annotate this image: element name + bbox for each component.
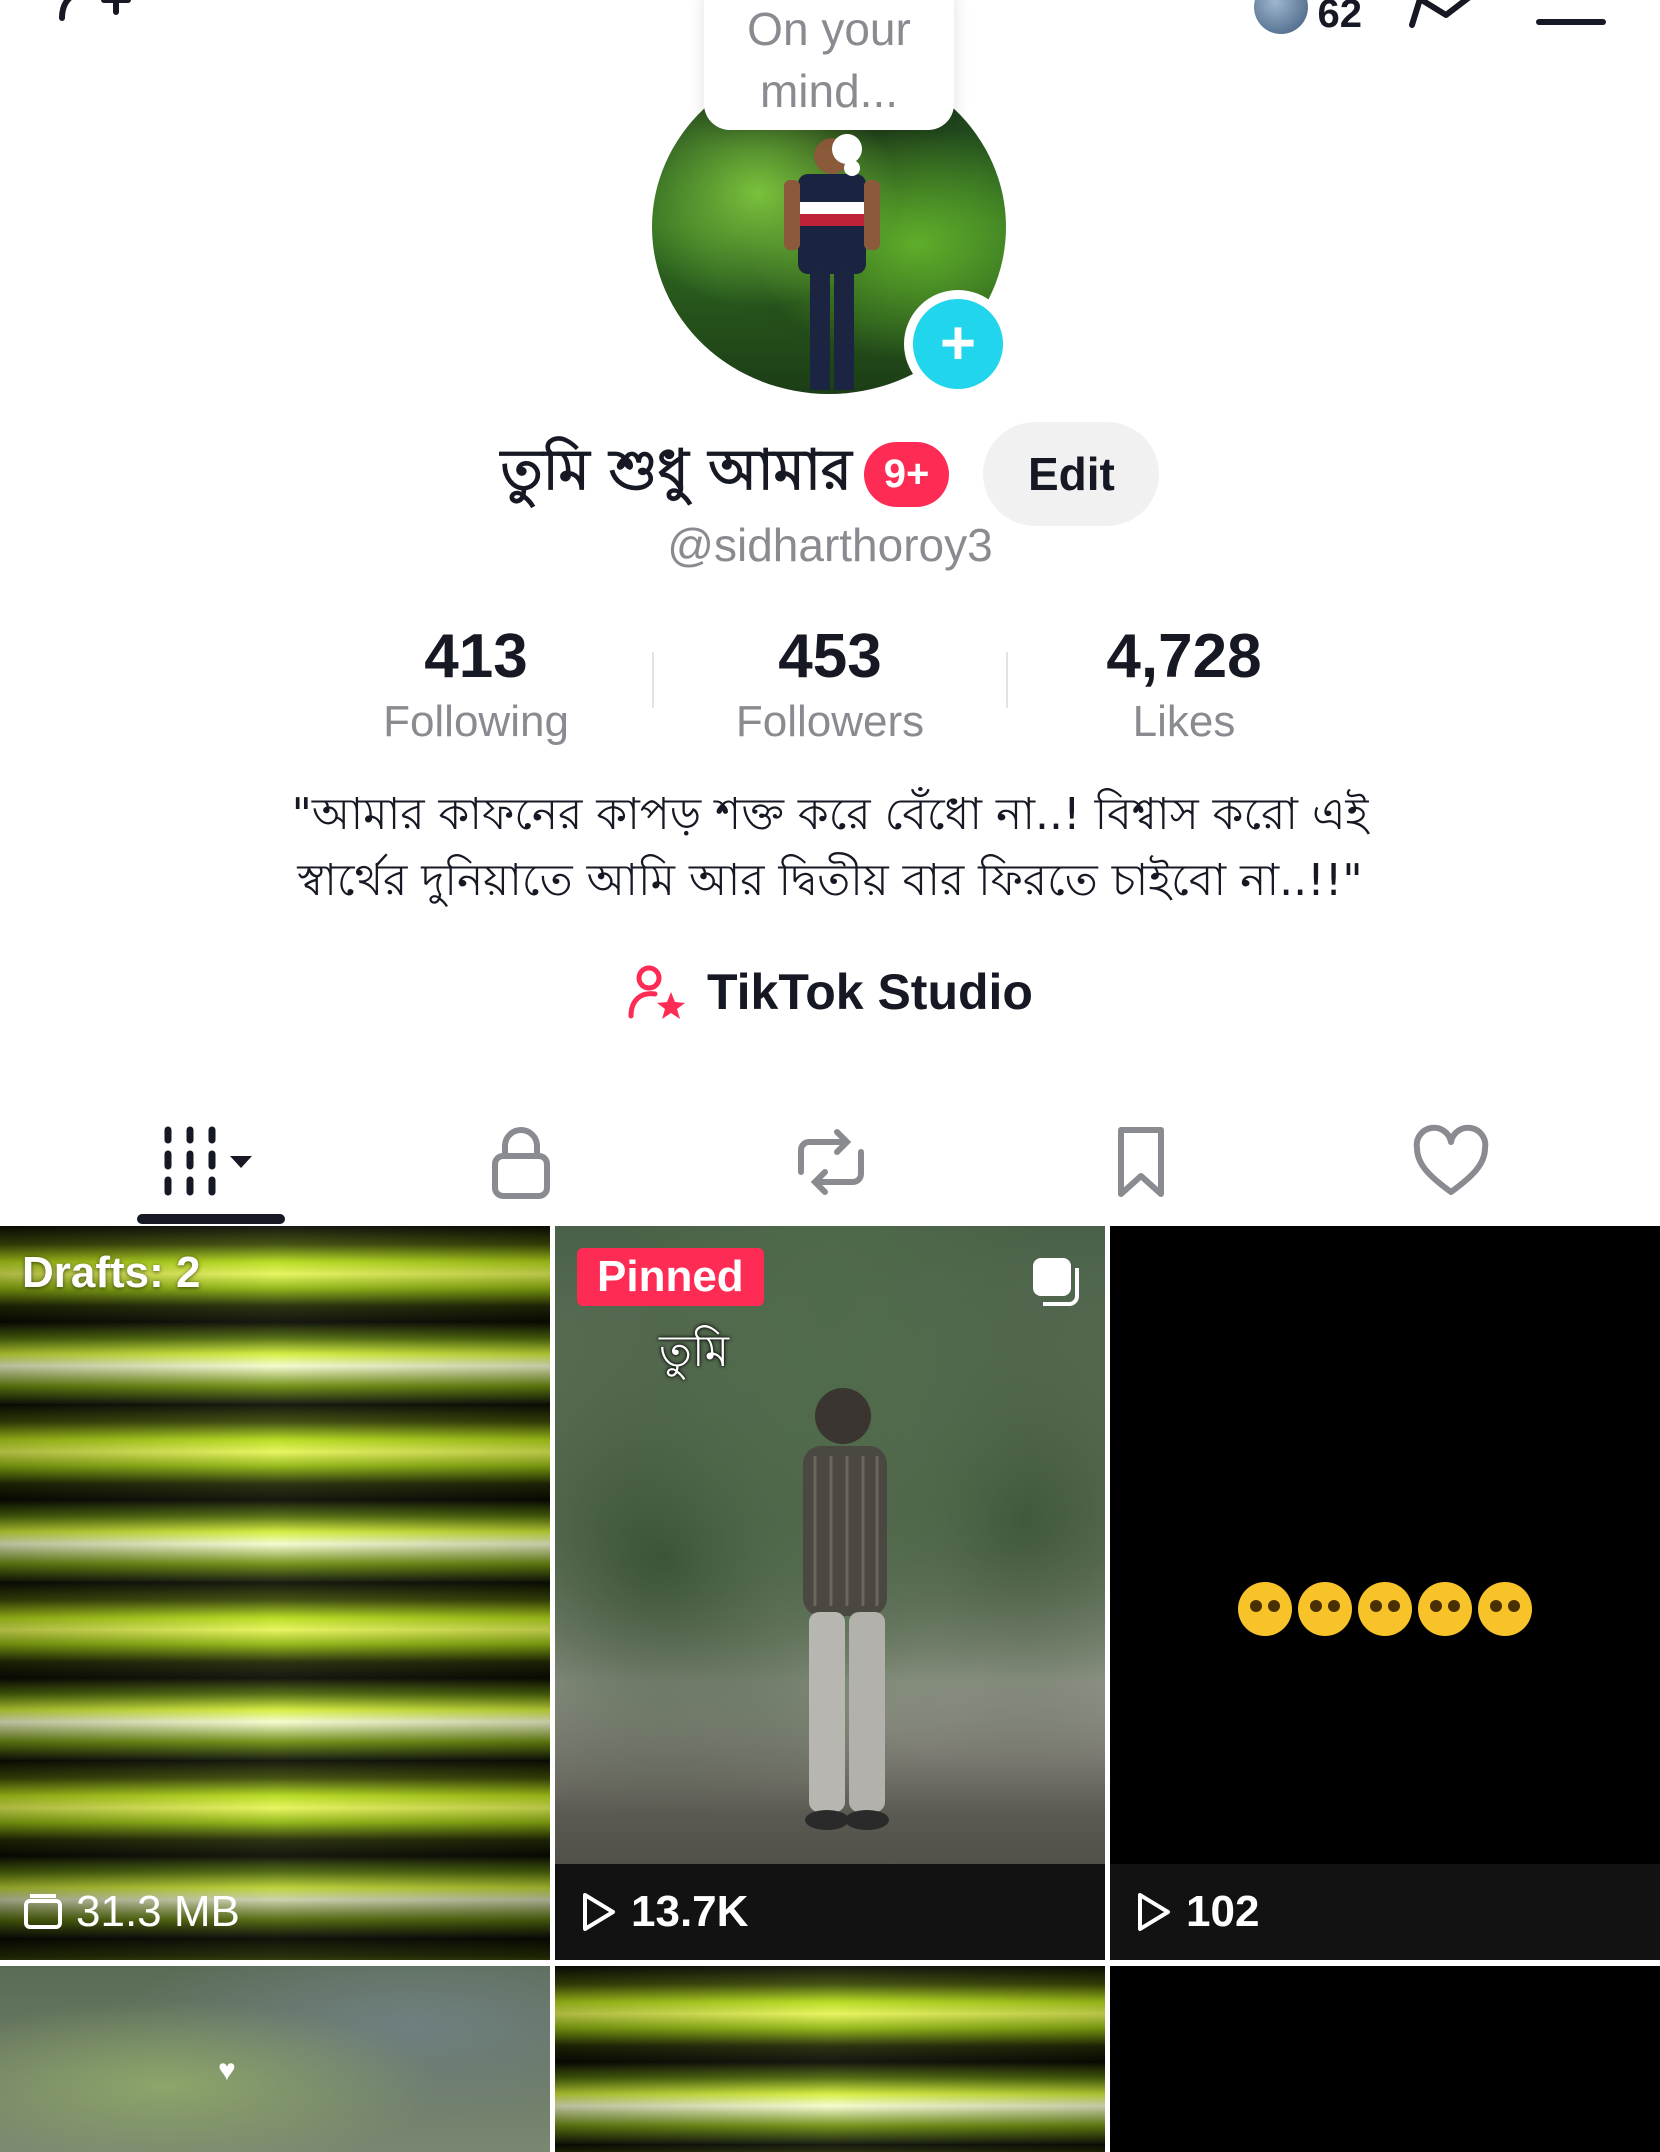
video-caption: তুমি	[659, 1326, 730, 1377]
pensive-face-emoji	[1478, 1582, 1532, 1636]
stat-value: 4,728	[1106, 622, 1262, 691]
lock-icon	[492, 1127, 550, 1199]
profile-bio: "আমার কাফনের কাপড় শক্ত করে বেঁধো না..! …	[160, 782, 1500, 914]
stat-value: 413	[424, 622, 528, 691]
tile-footer: 31.3 MB	[0, 1864, 550, 1960]
tab-reposts[interactable]	[676, 1100, 986, 1224]
photo-carousel-icon	[1033, 1258, 1079, 1306]
video-tile[interactable]	[555, 1966, 1105, 2152]
video-tile[interactable]: ♥	[0, 1966, 550, 2152]
bookmark-icon	[1118, 1127, 1164, 1197]
stat-label: Following	[383, 697, 569, 746]
bubble-tail-small	[844, 160, 860, 176]
person-plus-icon[interactable]	[56, 0, 148, 30]
bio-line-2: স্বার্থের দুনিয়াতে আমি আর দ্বিতীয় বার …	[297, 855, 1363, 906]
profile-tabs	[0, 1100, 1660, 1224]
add-story-button[interactable]: +	[904, 290, 1012, 398]
video-tile-pinned[interactable]: Pinned তুমি 13.7K	[555, 1226, 1105, 1960]
tiktok-studio-link[interactable]: TikTok Studio	[0, 962, 1660, 1022]
stat-following[interactable]: 413 Following	[300, 620, 652, 750]
pleading-face-emoji	[1238, 1582, 1292, 1636]
studio-label: TikTok Studio	[707, 964, 1033, 1020]
repost-icon	[798, 1129, 864, 1195]
active-tab-indicator	[137, 1214, 285, 1224]
pensive-face-emoji	[1418, 1582, 1472, 1636]
stats-row: 413 Following 453 Followers 4,728 Likes	[300, 620, 1360, 750]
tile-footer: 13.7K	[555, 1864, 1105, 1960]
heart-icon	[1413, 1124, 1489, 1195]
bio-line-1: "আমার কাফনের কাপড় শক্ত করে বেঁধো না..! …	[291, 789, 1369, 840]
stat-label: Likes	[1132, 697, 1236, 746]
emoji-overlay	[1110, 1582, 1660, 1636]
profile-visitors[interactable]: 62	[1253, 0, 1363, 37]
edit-profile-button[interactable]: Edit	[983, 422, 1160, 526]
tab-favorites[interactable]	[986, 1100, 1296, 1224]
tab-videos[interactable]	[56, 1100, 366, 1224]
tired-face-emoji	[1358, 1582, 1412, 1636]
visitor-avatar	[1253, 0, 1308, 34]
video-tile[interactable]	[1110, 1966, 1660, 2152]
video-grid: Drafts: 2 31.3 MB Pinned তুমি 13.7K 102 …	[0, 1226, 1660, 2152]
standing-man-figure	[803, 1388, 889, 1830]
drafts-label: Drafts: 2	[22, 1248, 201, 1297]
pinned-badge: Pinned	[577, 1248, 764, 1306]
visitor-count: 62	[1317, 0, 1363, 36]
creator-star-icon	[628, 965, 686, 1019]
grid-icon	[164, 1126, 252, 1196]
stat-followers[interactable]: 453 Followers	[654, 620, 1006, 750]
pleading-face-emoji	[1298, 1582, 1352, 1636]
avatar-person-figure	[784, 138, 880, 390]
profile-page: 62 On your mind... + তুমি শুধু আমার 9+ E…	[0, 0, 1660, 2152]
notification-badge[interactable]: 9+	[863, 441, 950, 507]
bubble-tail	[832, 134, 862, 164]
stat-label: Followers	[735, 697, 925, 746]
draft-size: 31.3 MB	[76, 1887, 240, 1936]
username: @sidharthoroy3	[667, 519, 993, 571]
drafts-tile[interactable]: Drafts: 2 31.3 MB	[0, 1226, 550, 1960]
name-row: তুমি শুধু আমার 9+ Edit	[0, 422, 1660, 526]
tile-footer: 102	[1110, 1864, 1660, 1960]
play-icon	[583, 1893, 615, 1931]
video-tile[interactable]: 102	[1110, 1226, 1660, 1960]
display-name: তুমি শুধু আমার	[500, 438, 852, 503]
thought-bubble[interactable]: On your mind...	[704, 0, 954, 130]
hamburger-menu-icon[interactable]	[1530, 0, 1610, 29]
view-count: 102	[1186, 1887, 1260, 1936]
share-arrow-icon[interactable]	[1406, 0, 1486, 29]
storage-icon	[24, 1894, 62, 1929]
view-count: 13.7K	[631, 1887, 749, 1936]
play-icon	[1138, 1893, 1170, 1931]
stat-likes[interactable]: 4,728 Likes	[1008, 620, 1360, 750]
stat-value: 453	[778, 622, 882, 691]
tab-liked[interactable]	[1296, 1100, 1606, 1224]
heart-sticker-icon: ♥	[218, 2054, 236, 2087]
tab-private[interactable]	[366, 1100, 676, 1224]
